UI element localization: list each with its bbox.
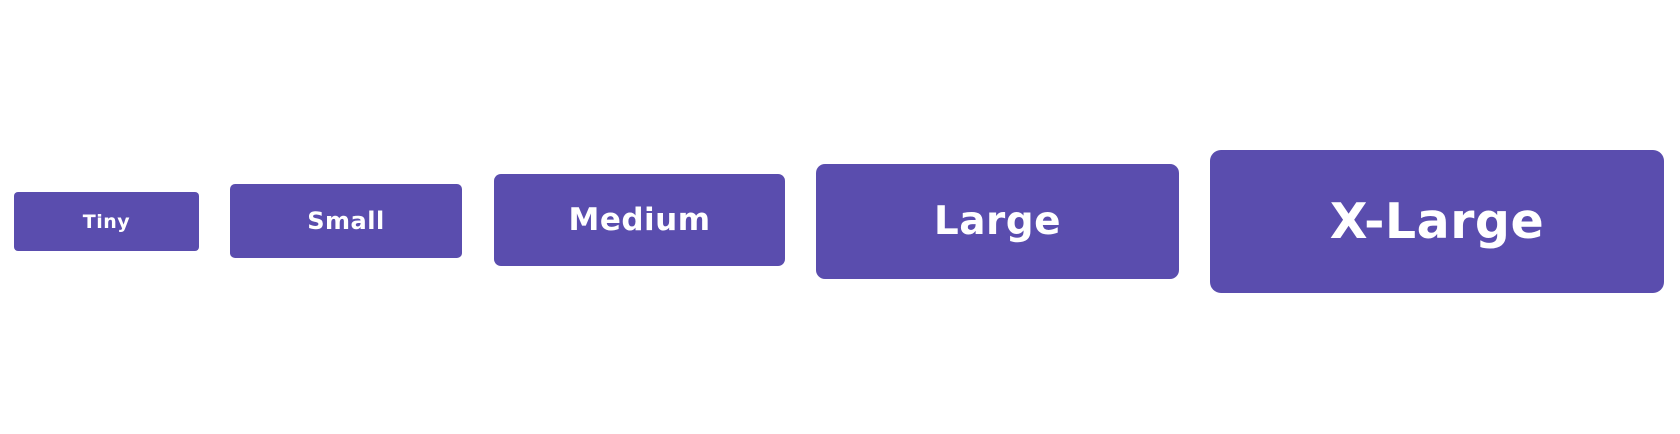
x-large-button[interactable]: X-Large <box>1210 150 1664 293</box>
medium-button[interactable]: Medium <box>494 174 785 266</box>
small-button[interactable]: Small <box>230 184 462 258</box>
tiny-button[interactable]: Tiny <box>14 192 199 251</box>
large-button[interactable]: Large <box>816 164 1179 279</box>
